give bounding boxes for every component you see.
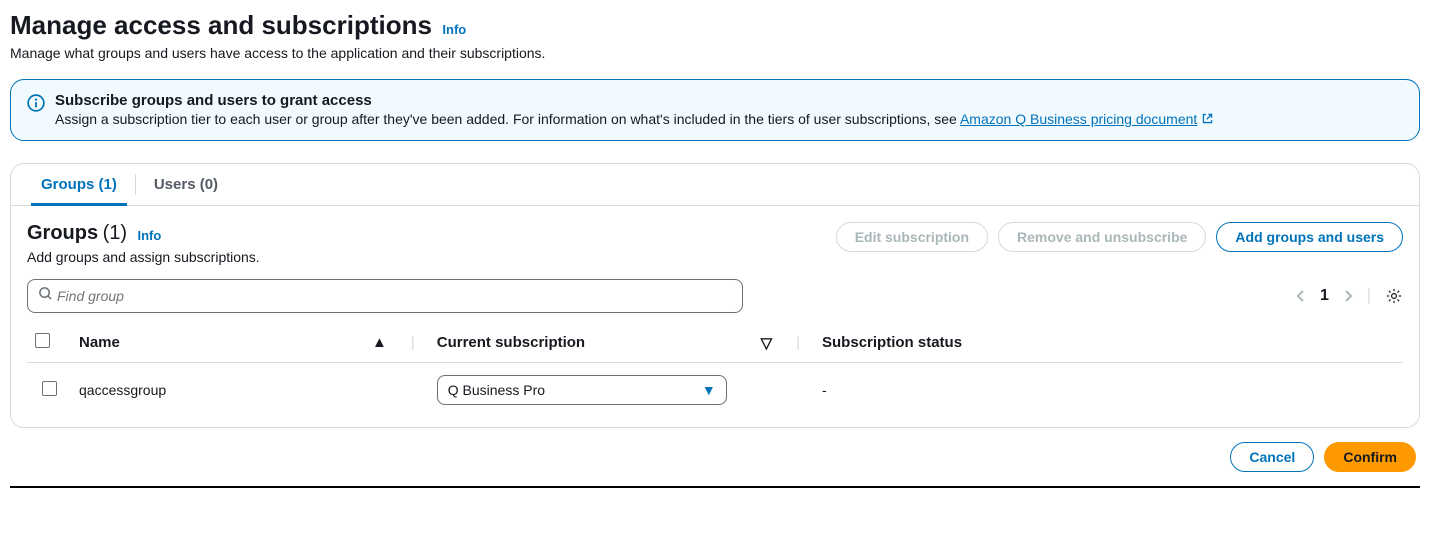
col-separator: | bbox=[405, 334, 421, 351]
confirm-button[interactable]: Confirm bbox=[1324, 442, 1416, 472]
chevron-down-icon: ▼ bbox=[702, 382, 716, 398]
info-box: Subscribe groups and users to grant acce… bbox=[10, 79, 1420, 141]
subscription-value: Q Business Pro bbox=[448, 382, 545, 398]
info-box-title: Subscribe groups and users to grant acce… bbox=[55, 92, 1214, 109]
page-description: Manage what groups and users have access… bbox=[10, 45, 1420, 61]
select-all-header[interactable] bbox=[27, 323, 71, 363]
info-icon bbox=[27, 94, 45, 128]
checkbox-icon bbox=[35, 333, 50, 348]
page-header: Manage access and subscriptions Info Man… bbox=[10, 10, 1420, 61]
pricing-link[interactable]: Amazon Q Business pricing document bbox=[960, 111, 1214, 127]
tab-users[interactable]: Users (0) bbox=[136, 164, 236, 205]
column-subscription-label: Current subscription bbox=[437, 334, 585, 351]
column-status[interactable]: Subscription status bbox=[814, 323, 1403, 363]
page-info-link[interactable]: Info bbox=[442, 22, 466, 37]
add-groups-users-button[interactable]: Add groups and users bbox=[1216, 222, 1403, 252]
bottom-rule bbox=[10, 486, 1420, 488]
page-number: 1 bbox=[1320, 287, 1329, 305]
footer-actions: Cancel Confirm bbox=[10, 428, 1420, 480]
info-box-body: Assign a subscription tier to each user … bbox=[55, 111, 1214, 128]
search-icon bbox=[38, 286, 53, 306]
next-page-button[interactable] bbox=[1343, 289, 1353, 303]
external-link-icon bbox=[1201, 112, 1214, 128]
column-name-label: Name bbox=[79, 334, 120, 351]
row-checkbox[interactable] bbox=[27, 363, 71, 418]
settings-gear-icon[interactable] bbox=[1385, 287, 1403, 305]
section-title: Groups bbox=[27, 222, 98, 245]
column-subscription[interactable]: Current subscription ▽ | bbox=[429, 323, 814, 363]
search-box[interactable] bbox=[27, 279, 743, 313]
info-box-text: Assign a subscription tier to each user … bbox=[55, 111, 960, 127]
search-input[interactable] bbox=[53, 284, 732, 308]
groups-table: Name ▲ | Current subscription ▽ | Subscripti… bbox=[27, 323, 1403, 417]
pager-separator: | bbox=[1367, 287, 1371, 305]
col-separator: | bbox=[790, 334, 806, 351]
pagination: 1 | bbox=[1296, 287, 1403, 305]
column-status-label: Subscription status bbox=[822, 334, 962, 351]
groups-section: Groups (1) Info Add groups and assign su… bbox=[11, 206, 1419, 427]
column-name[interactable]: Name ▲ | bbox=[71, 323, 429, 363]
subscription-dropdown[interactable]: Q Business Pro ▼ bbox=[437, 375, 727, 405]
section-info-link[interactable]: Info bbox=[137, 228, 161, 243]
tab-groups[interactable]: Groups (1) bbox=[23, 164, 135, 205]
pricing-link-text: Amazon Q Business pricing document bbox=[960, 111, 1197, 127]
cancel-button[interactable]: Cancel bbox=[1230, 442, 1314, 472]
section-header-left: Groups (1) Info Add groups and assign su… bbox=[27, 222, 260, 265]
table-row: qaccessgroup Q Business Pro ▼ - bbox=[27, 363, 1403, 418]
sort-desc-icon: ▽ bbox=[761, 334, 781, 352]
row-name: qaccessgroup bbox=[71, 363, 429, 418]
tab-bar: Groups (1) Users (0) bbox=[11, 164, 1419, 206]
section-count: (1) bbox=[103, 222, 127, 245]
section-header: Groups (1) Info Add groups and assign su… bbox=[27, 222, 1403, 265]
prev-page-button[interactable] bbox=[1296, 289, 1306, 303]
row-status: - bbox=[814, 363, 1403, 418]
row-subscription-cell: Q Business Pro ▼ bbox=[429, 363, 814, 418]
remove-unsubscribe-button[interactable]: Remove and unsubscribe bbox=[998, 222, 1206, 252]
checkbox-icon bbox=[42, 381, 57, 396]
section-actions: Edit subscription Remove and unsubscribe… bbox=[836, 222, 1403, 252]
section-description: Add groups and assign subscriptions. bbox=[27, 249, 260, 265]
main-panel: Groups (1) Users (0) Groups (1) Info Add… bbox=[10, 163, 1420, 428]
sort-asc-icon: ▲ bbox=[372, 334, 395, 351]
edit-subscription-button[interactable]: Edit subscription bbox=[836, 222, 988, 252]
info-box-content: Subscribe groups and users to grant acce… bbox=[55, 92, 1214, 128]
toolbar: 1 | bbox=[27, 279, 1403, 313]
page-title: Manage access and subscriptions bbox=[10, 10, 432, 41]
table-header-row: Name ▲ | Current subscription ▽ | Subscripti… bbox=[27, 323, 1403, 363]
